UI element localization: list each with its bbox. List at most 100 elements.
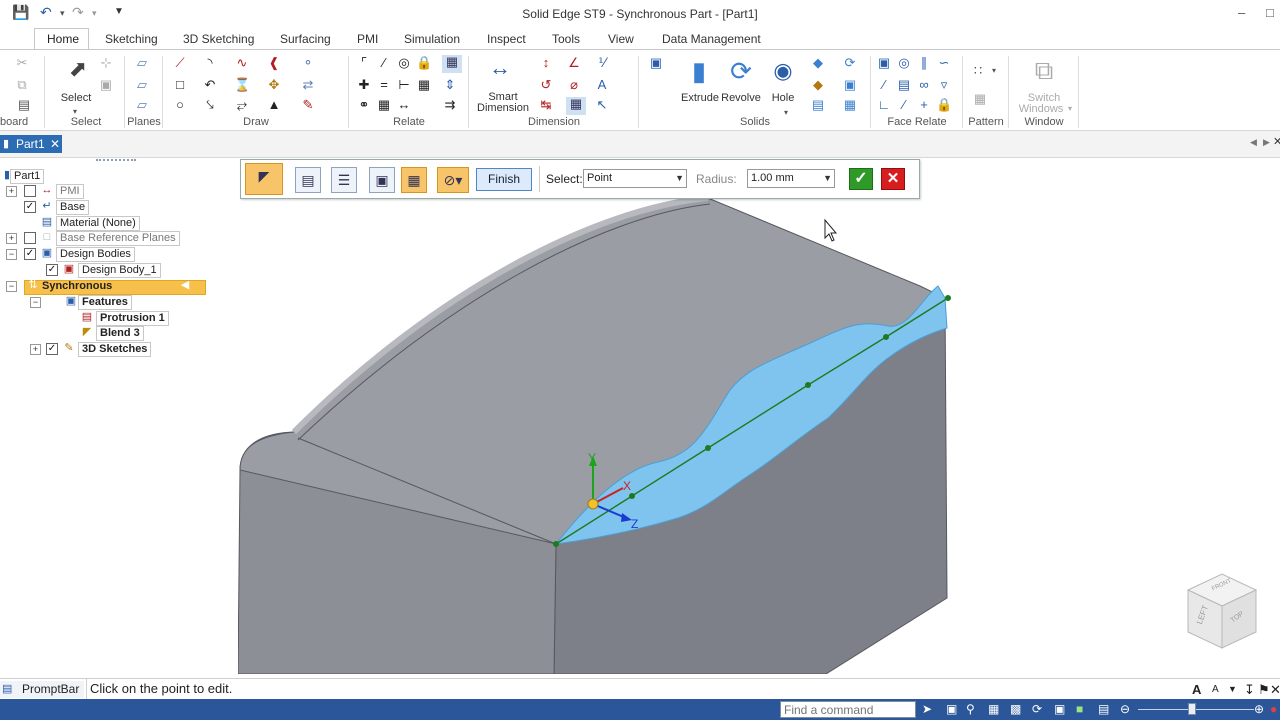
view-orientation-icon[interactable]: ▣ [1054, 702, 1065, 716]
plane-icon[interactable]: ▱ [134, 78, 150, 92]
sketch-point[interactable] [805, 382, 811, 388]
promptbar-tab[interactable]: ▤ PromptBar [0, 681, 84, 698]
switch-windows-icon[interactable]: ⧉ [1030, 56, 1058, 84]
rectangle-icon[interactable]: □ [172, 78, 188, 92]
leader-icon[interactable]: ↖ [594, 98, 610, 112]
parallel-face-icon[interactable]: ∥ [916, 56, 932, 70]
equal-radius-icon[interactable]: ▿ [936, 78, 952, 92]
graphics-window[interactable]: Y X Z LEFT TOP FRONT [237, 158, 1280, 675]
tangent-icon[interactable]: ⚭ [356, 98, 372, 112]
pathfinder-grip[interactable] [96, 159, 136, 164]
lock-icon[interactable]: 🔒 [416, 56, 432, 70]
fillet-icon[interactable]: ↶ [202, 78, 218, 92]
text-icon[interactable]: A [594, 78, 610, 92]
tab-3d-sketching[interactable]: 3D Sketching [183, 32, 254, 46]
tab-home[interactable]: Home [34, 28, 89, 50]
add-body-icon[interactable]: ▦ [842, 98, 858, 112]
cancel-button[interactable]: ✕ [881, 168, 905, 190]
maintain-relationships-icon[interactable]: ⇉ [442, 98, 458, 112]
close-promptbar-icon[interactable]: ✕ [1270, 682, 1280, 698]
hole-button[interactable]: Hole [766, 93, 800, 104]
accept-button[interactable]: ✓ [849, 168, 873, 190]
symmetric-diameter-icon[interactable]: ⌀ [566, 78, 582, 92]
curve-icon[interactable]: ∿ [234, 56, 250, 70]
smart-dimension-label-2[interactable]: Dimension [470, 103, 536, 114]
select-arrow-icon[interactable]: ⬈ [66, 58, 90, 80]
sketch-point[interactable] [945, 295, 951, 301]
options-list-icon[interactable]: ☰ [331, 167, 357, 193]
relationship-handles-icon[interactable]: ▦ [442, 55, 462, 73]
tab-view[interactable]: View [608, 32, 634, 46]
select-filter-icon[interactable]: ⊹ [98, 56, 114, 70]
thicken-icon[interactable]: ⟳ [842, 56, 858, 70]
tab-data-management[interactable]: Data Management [662, 32, 761, 46]
select-button[interactable]: Select [58, 93, 94, 104]
parallel-icon[interactable]: ∕ [376, 56, 392, 70]
extend-icon[interactable]: ⥂ [234, 98, 250, 112]
relate-symmetric-icon[interactable]: ⇕ [442, 78, 458, 92]
document-tab-part1[interactable]: ▮ Part1 ✕ [0, 135, 62, 153]
radius-field[interactable]: 1.00 mm ▼ [747, 169, 835, 188]
zoom-slider-track[interactable] [1138, 709, 1254, 710]
rigid-icon[interactable]: ▦ [416, 78, 432, 92]
perpendicular-icon[interactable]: ⊢ [396, 78, 412, 92]
rotate-icon[interactable]: ⟳ [1032, 702, 1042, 716]
revolve-button[interactable]: Revolve [718, 93, 764, 104]
concentric-face-icon[interactable]: ◎ [896, 56, 912, 70]
maximize-icon[interactable]: □ [1266, 5, 1274, 20]
offset-icon[interactable]: ❰ [266, 56, 282, 70]
chamfer-icon[interactable]: ▣ [842, 78, 858, 92]
tab-pmi[interactable]: PMI [357, 32, 378, 46]
find-command-input[interactable] [780, 701, 916, 718]
tab-simulation[interactable]: Simulation [404, 32, 460, 46]
perpendicular-face-icon[interactable]: ∕ [876, 78, 892, 92]
tangent-face-icon[interactable]: ∽ [936, 56, 952, 70]
draft-icon[interactable]: ▤ [810, 98, 826, 112]
body-select-icon[interactable]: ▣ [369, 167, 395, 193]
zoom-in-icon[interactable]: ⊕ [1254, 702, 1264, 716]
note-icon[interactable]: ⅟ [594, 56, 610, 70]
lock-plane-icon[interactable]: ▱ [134, 98, 150, 112]
solids-gallery-icon[interactable]: ▣ [648, 56, 664, 70]
horizontal-vertical-icon[interactable]: ✚ [356, 78, 372, 92]
fit-view-icon[interactable]: ▣ [946, 702, 957, 716]
circle-icon[interactable]: ○ [172, 98, 188, 112]
horizontal-face-icon[interactable]: ∟ [876, 98, 892, 112]
smart-dimension-icon[interactable]: ↔ [486, 56, 514, 80]
collapse-icon[interactable]: − [6, 281, 17, 292]
finish-button[interactable]: Finish [476, 168, 532, 191]
model-view[interactable]: Y X Z LEFT TOP FRONT [237, 158, 1280, 675]
box-view-icon[interactable]: ▦ [401, 167, 427, 193]
checkbox-design-body-1[interactable]: ✓ [46, 264, 58, 276]
tab-scroll-right-icon[interactable]: ▶ [1263, 137, 1270, 148]
increase-font-icon[interactable]: A [1192, 682, 1201, 697]
checkbox-pmi[interactable] [24, 185, 36, 197]
checkbox-3d-sketches[interactable]: ✓ [46, 343, 58, 355]
go-icon[interactable]: ➤ [922, 702, 932, 716]
mirror-pattern-icon[interactable]: ▦ [972, 92, 988, 106]
angular-coordinate-icon[interactable]: ↹ [538, 98, 554, 112]
hole-icon[interactable]: ◉ [770, 56, 796, 86]
collapse-icon[interactable]: − [6, 249, 17, 260]
revolve-icon[interactable]: ⟳ [726, 56, 756, 86]
pan-icon[interactable]: ▩ [1010, 702, 1021, 716]
thin-wall-icon[interactable]: ◆ [810, 56, 826, 70]
checkbox-base[interactable]: ✓ [24, 201, 36, 213]
construction-icon[interactable]: ✎ [300, 98, 316, 112]
sketch-point[interactable] [629, 493, 635, 499]
decrease-font-icon[interactable]: A [1212, 684, 1219, 695]
distance-between-icon[interactable]: ↕ [538, 56, 554, 70]
expand-icon[interactable]: + [6, 233, 17, 244]
blend-step-icon[interactable]: ◤ [245, 163, 283, 195]
expand-icon[interactable]: + [30, 344, 41, 355]
zoom-slider-thumb[interactable] [1188, 703, 1196, 715]
alert-icon[interactable]: ● [1270, 702, 1277, 716]
tab-tools[interactable]: Tools [552, 32, 580, 46]
sketch-point[interactable] [883, 334, 889, 340]
round-icon[interactable]: ◆ [810, 78, 826, 92]
pattern-icon[interactable]: ∷ [970, 64, 986, 78]
symmetric-face-icon[interactable]: ▤ [896, 78, 912, 92]
tab-surfacing[interactable]: Surfacing [280, 32, 331, 46]
sketch-point[interactable] [705, 445, 711, 451]
tab-sketching[interactable]: Sketching [105, 32, 158, 46]
